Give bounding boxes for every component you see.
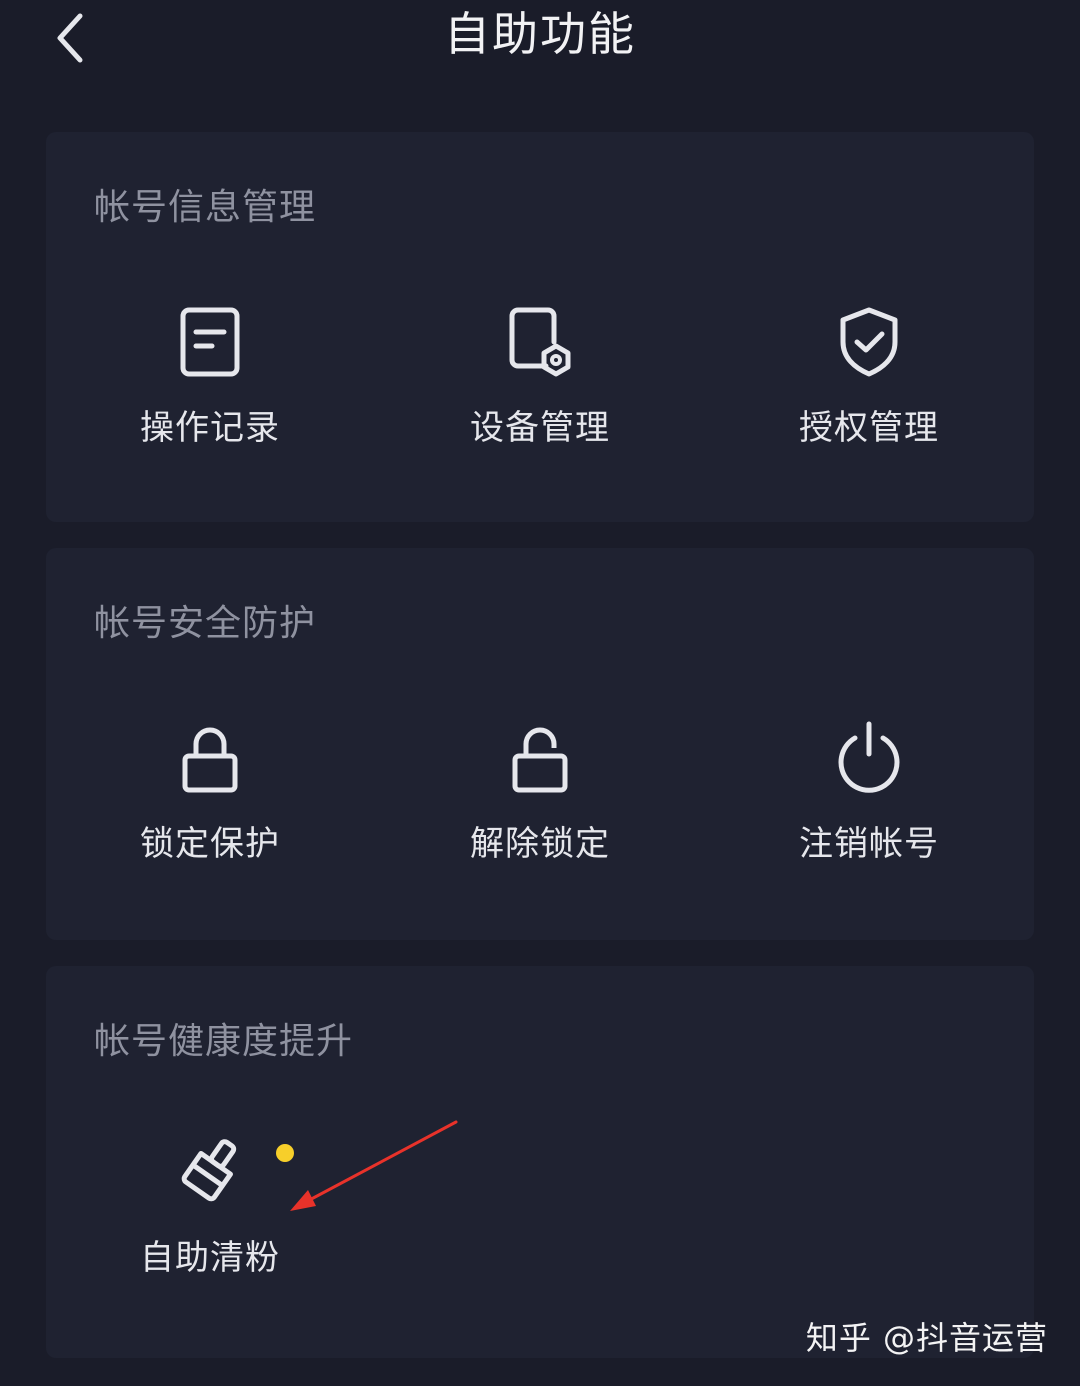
section-account-security: 帐号安全防护 锁定保护 解除锁定 注销帐号 [46,548,1034,940]
tile-label: 授权管理 [799,408,939,448]
section-title: 帐号信息管理 [94,187,317,228]
device-management-button[interactable]: 设备管理 [400,302,680,462]
tile-label: 设备管理 [470,408,610,448]
deactivate-account-button[interactable]: 注销帐号 [729,718,1009,878]
section-title: 帐号安全防护 [94,603,317,644]
header: 自助功能 [0,0,1080,80]
lock-icon [170,718,250,798]
shield-check-icon [829,302,909,382]
unlock-button[interactable]: 解除锁定 [400,718,680,878]
tile-label: 解除锁定 [470,824,610,864]
device-settings-icon [500,302,580,382]
authorization-management-button[interactable]: 授权管理 [729,302,1009,462]
document-icon [170,302,250,382]
tile-label: 注销帐号 [799,824,939,864]
watermark: 知乎 @抖音运营 [805,1319,1048,1357]
annotation-arrow-icon [290,1120,458,1211]
operation-log-button[interactable]: 操作记录 [70,302,350,462]
section-account-health: 帐号健康度提升 自助清粉 [46,966,1034,1358]
tile-label: 操作记录 [140,408,280,448]
section-title: 帐号健康度提升 [94,1021,354,1062]
page-title: 自助功能 [444,7,636,61]
power-icon [829,718,909,798]
lock-protection-button[interactable]: 锁定保护 [70,718,350,878]
tile-label: 自助清粉 [140,1238,280,1278]
self-service-page: 自助功能 帐号信息管理 操作记录 设备管理 授权管理 帐号安全防护 锁定保护 解… [0,0,1080,1386]
unlock-icon [500,718,580,798]
section-account-info: 帐号信息管理 操作记录 设备管理 授权管理 [46,132,1034,522]
tile-label: 锁定保护 [140,824,280,864]
brush-icon [170,1132,250,1212]
